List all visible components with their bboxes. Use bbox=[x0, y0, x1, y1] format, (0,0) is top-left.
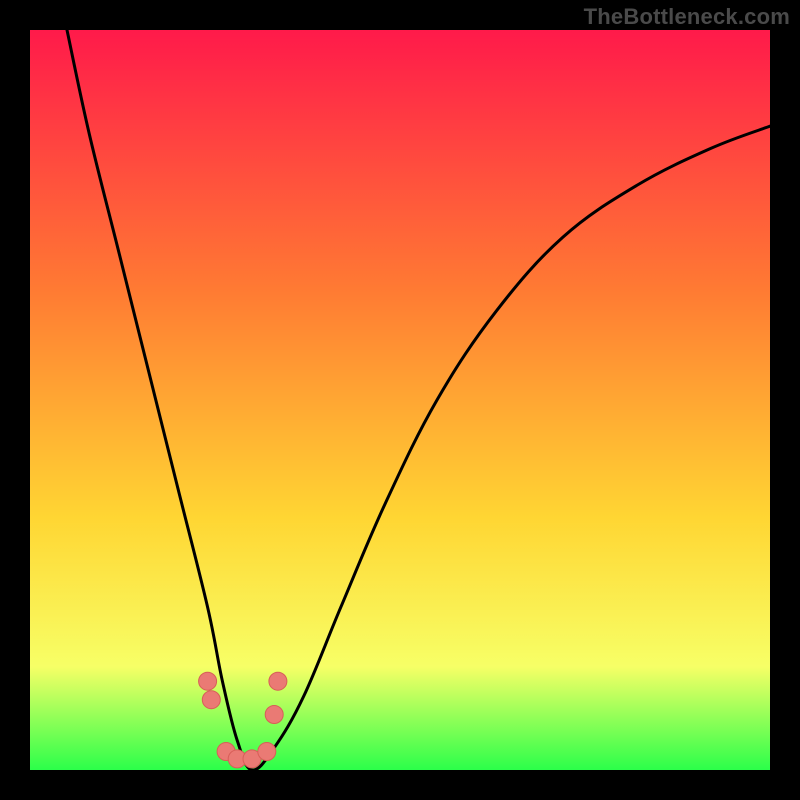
watermark-label: TheBottleneck.com bbox=[584, 4, 790, 30]
plot-svg bbox=[30, 30, 770, 770]
marker-1 bbox=[199, 672, 217, 690]
marker-6 bbox=[258, 743, 276, 761]
marker-7 bbox=[265, 706, 283, 724]
chart-frame: TheBottleneck.com bbox=[0, 0, 800, 800]
gradient-background bbox=[30, 30, 770, 770]
plot-area bbox=[30, 30, 770, 770]
marker-8 bbox=[269, 672, 287, 690]
marker-2 bbox=[202, 691, 220, 709]
